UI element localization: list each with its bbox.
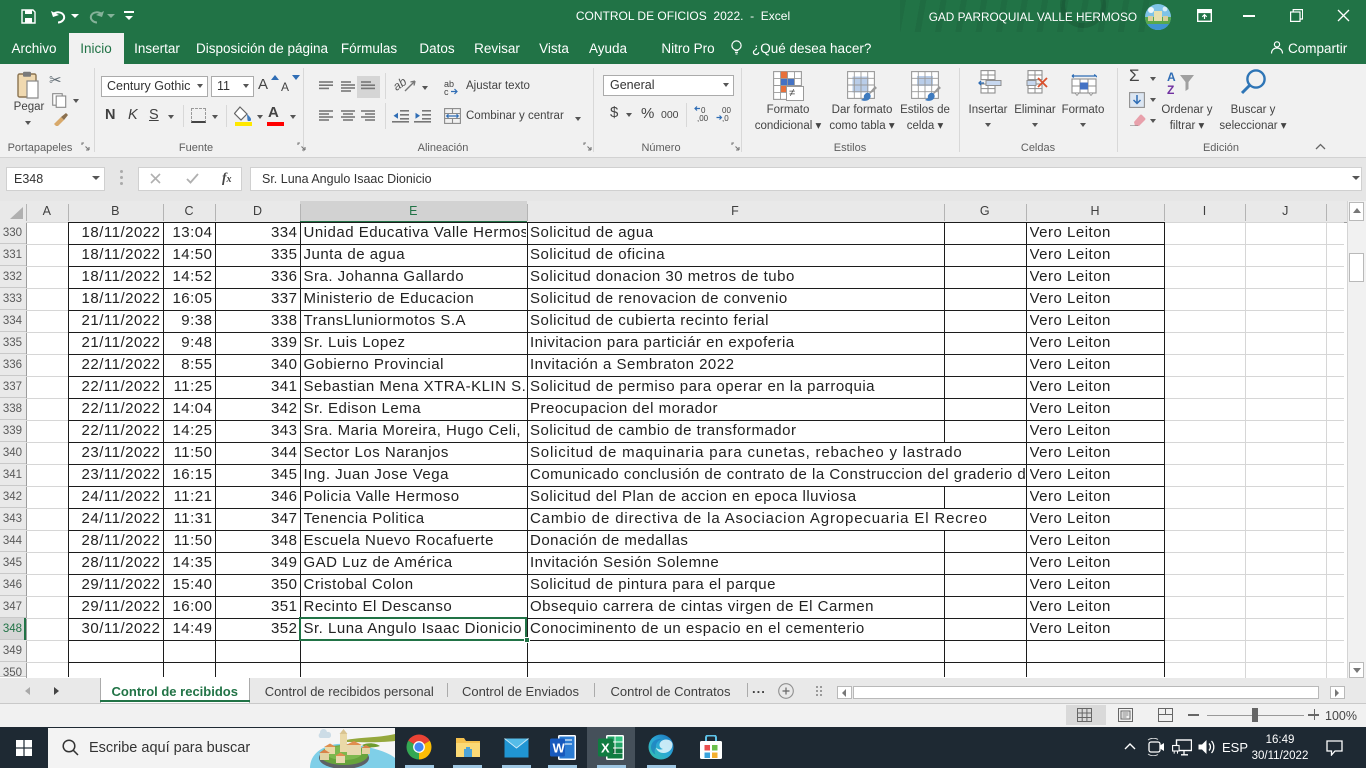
- svg-text:c: c: [444, 87, 449, 95]
- svg-text:W: W: [553, 741, 566, 756]
- svg-text:A: A: [1167, 70, 1176, 84]
- svg-text:,00: ,00: [697, 114, 709, 122]
- svg-text:Z: Z: [1167, 83, 1174, 96]
- svg-text:,0: ,0: [722, 114, 729, 122]
- svg-text:X: X: [601, 741, 610, 756]
